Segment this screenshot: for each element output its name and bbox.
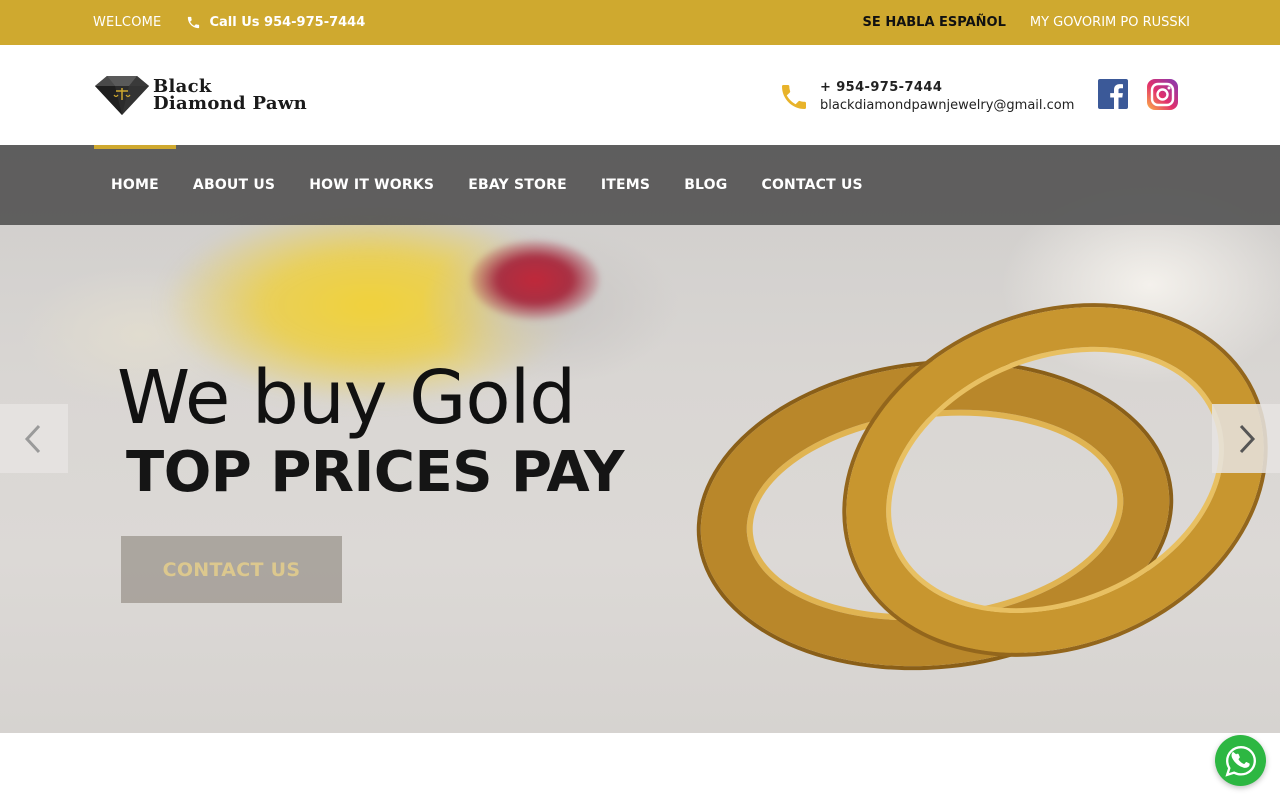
facebook-link[interactable] (1098, 79, 1128, 109)
top-bar-right: SE HABLA ESPAÑOL MY GOVORIM PO RUSSKI (863, 0, 1190, 45)
call-us-text: Call Us 954-975-7444 (209, 15, 366, 30)
instagram-icon (1147, 79, 1178, 110)
hero-bg-petals (470, 240, 600, 320)
nav-item-home[interactable]: HOME (94, 145, 176, 225)
nav-items: HOME ABOUT US HOW IT WORKS EBAY STORE IT… (94, 145, 880, 225)
site-logo[interactable]: Black Diamond Pawn (93, 74, 307, 116)
slider-prev-button[interactable] (0, 404, 68, 473)
hero-contact-button[interactable]: CONTACT US (121, 536, 342, 603)
nav-item-about-us[interactable]: ABOUT US (176, 145, 292, 225)
hero-headline: We buy Gold (117, 355, 576, 441)
diamond-logo-icon (95, 76, 149, 115)
phone-icon (188, 16, 200, 29)
facebook-icon (1098, 79, 1128, 109)
logo-line-2: Diamond Pawn (153, 93, 307, 114)
instagram-link[interactable] (1147, 79, 1178, 110)
lang-spanish-link[interactable]: SE HABLA ESPAÑOL (863, 15, 1006, 30)
chevron-right-icon (1239, 424, 1256, 453)
top-bar: WELCOME Call Us 954-975-7444 SE HABLA ES… (0, 0, 1280, 45)
whatsapp-chat-button[interactable] (1215, 735, 1266, 786)
nav-item-items[interactable]: ITEMS (584, 145, 667, 225)
phone-icon (782, 85, 806, 109)
header-phone[interactable]: + 954-975-7444 (820, 79, 1074, 97)
call-us-link[interactable]: Call Us 954-975-7444 (186, 15, 365, 30)
nav-item-blog[interactable]: BLOG (667, 145, 744, 225)
contact-details: + 954-975-7444 blackdiamondpawnjewelry@g… (820, 79, 1074, 115)
top-bar-left: WELCOME Call Us 954-975-7444 (93, 0, 365, 45)
chevron-left-icon (24, 424, 41, 453)
header-email[interactable]: blackdiamondpawnjewelry@gmail.com (820, 97, 1074, 115)
slider-next-button[interactable] (1212, 404, 1280, 473)
welcome-text: WELCOME (93, 15, 162, 30)
whatsapp-icon (1224, 745, 1256, 777)
site-header: Black Diamond Pawn + 954-975-7444 blackd… (0, 45, 1280, 145)
nav-item-ebay-store[interactable]: EBAY STORE (451, 145, 584, 225)
logo-text: Black Diamond Pawn (153, 78, 307, 114)
lang-russian-link[interactable]: MY GOVORIM PO RUSSKI (1030, 15, 1190, 30)
header-contact: + 954-975-7444 blackdiamondpawnjewelry@g… (778, 79, 1074, 115)
main-nav: HOME ABOUT US HOW IT WORKS EBAY STORE IT… (0, 145, 1280, 225)
hero-subline: TOP PRICES PAY (126, 440, 624, 505)
nav-item-contact-us[interactable]: CONTACT US (744, 145, 879, 225)
nav-item-how-it-works[interactable]: HOW IT WORKS (292, 145, 451, 225)
